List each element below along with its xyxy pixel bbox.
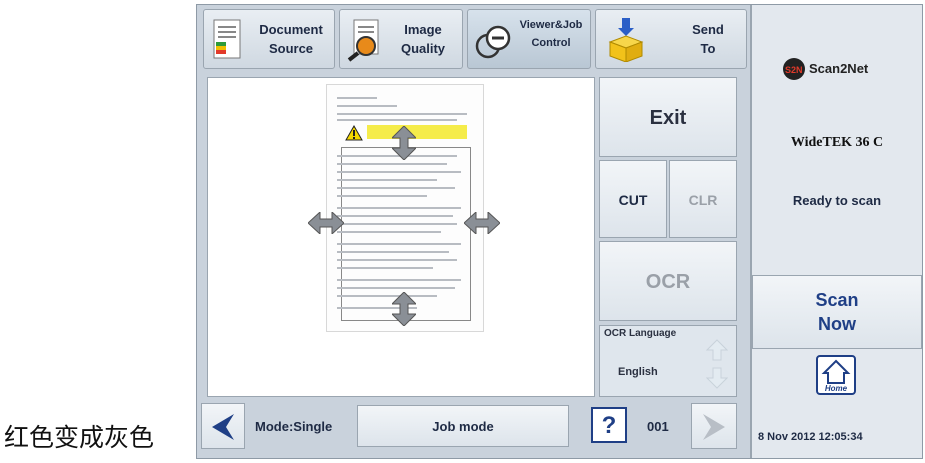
image-quality-button[interactable]: Image Quality [339, 9, 463, 69]
svg-text:S2N: S2N [785, 65, 803, 75]
ocr-button[interactable]: OCR [599, 241, 737, 321]
page-counter: 001 [647, 419, 669, 434]
viewer-job-control-label: Viewer&Job Control [512, 16, 590, 52]
scan2net-logo-icon: S2N [783, 58, 805, 80]
image-quality-line1: Image [404, 22, 442, 37]
home-button[interactable]: Home [816, 355, 856, 395]
document-source-line1: Document [259, 22, 323, 37]
mode-label: Mode:Single [255, 419, 333, 434]
send-to-button[interactable]: Send To [595, 9, 747, 69]
send-to-label: Send To [682, 20, 734, 58]
crop-bottom-arrow[interactable] [392, 292, 416, 326]
crop-top-arrow[interactable] [392, 126, 416, 160]
status-panel: S2N Scan2Net WideTEK 36 C Ready to scan … [750, 5, 922, 458]
chevron-left-icon [212, 414, 234, 440]
zoom-out-icon [475, 25, 511, 59]
next-button[interactable] [691, 403, 737, 449]
scan-now-button[interactable]: Scan Now [752, 275, 922, 349]
back-button[interactable] [201, 403, 245, 449]
help-button[interactable]: ? [591, 407, 627, 443]
scanner-status: Ready to scan [792, 193, 882, 208]
viewer-job-line1: Viewer&Job [519, 19, 583, 31]
crop-right-arrow[interactable] [464, 212, 500, 234]
image-quality-icon [347, 19, 379, 62]
viewer-job-line2: Control [531, 37, 571, 49]
scanner-app-window: Document Source Image Quality Viewer&Job… [196, 4, 923, 459]
document-source-icon [213, 19, 241, 59]
scan-now-line2: Now [818, 314, 856, 334]
crop-left-arrow[interactable] [308, 212, 344, 234]
image-quality-label: Image Quality [388, 20, 458, 58]
brand-name: Scan2Net [809, 61, 869, 76]
job-mode-button[interactable]: Job mode [357, 405, 569, 447]
preview-area[interactable] [207, 77, 595, 397]
warning-icon [345, 125, 363, 141]
document-source-label: Document Source [252, 20, 330, 58]
language-down-icon[interactable] [706, 366, 728, 390]
ocr-language-value: English [618, 366, 658, 378]
clr-button[interactable]: CLR [669, 160, 737, 238]
ocr-language-panel: OCR Language English [599, 325, 737, 397]
caption-text: 红色变成灰色 [4, 423, 155, 452]
scan-now-line1: Scan [815, 290, 859, 310]
document-source-button[interactable]: Document Source [203, 9, 335, 69]
exit-button[interactable]: Exit [599, 77, 737, 157]
home-icon [821, 359, 851, 384]
send-to-line1: Send [692, 22, 724, 37]
document-source-line2: Source [268, 41, 314, 56]
send-box-icon [608, 18, 644, 62]
language-up-icon[interactable] [706, 338, 728, 362]
chevron-right-icon [703, 414, 725, 440]
image-quality-line2: Quality [400, 41, 446, 56]
scanner-model: WideTEK 36 C [790, 135, 884, 150]
home-label: Home [824, 384, 848, 393]
ocr-language-label: OCR Language [604, 328, 677, 339]
cut-button[interactable]: CUT [599, 160, 667, 238]
send-to-line2: To [700, 41, 716, 56]
date-time: 8 Nov 2012 12:05:34 [758, 431, 863, 443]
viewer-job-control-button[interactable]: Viewer&Job Control [467, 9, 591, 69]
